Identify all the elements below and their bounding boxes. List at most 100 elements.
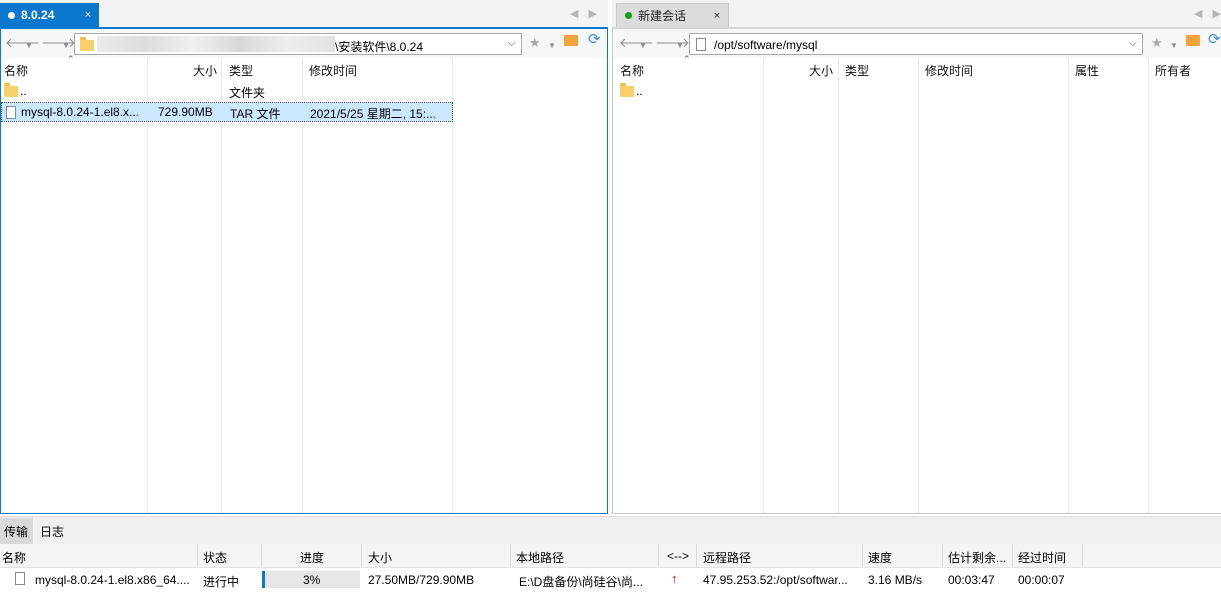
tab-8-0-24[interactable]: 8.0.24 × — [0, 3, 99, 27]
column-name[interactable]: 名称 — [620, 62, 644, 79]
column-divider — [147, 58, 148, 513]
sort-ascending-icon: ⌃ — [683, 54, 691, 64]
session-dot-icon — [8, 11, 15, 19]
local-file-pane: 🡐 ▼ 🡒 ▼ \安装软件\8.0.24 ⌵ ★ ▼ ⟳ 名称 ⌃ 大小 类型 … — [0, 29, 608, 514]
remote-address-bar[interactable]: /opt/software/mysql ⌵ — [689, 33, 1143, 55]
chevron-left-icon[interactable]: ◀ — [570, 8, 588, 20]
column-divider — [918, 58, 919, 513]
transfer-remote-path: 47.95.253.52:/opt/softwar... — [703, 573, 848, 587]
column-speed[interactable]: 速度 — [868, 549, 892, 566]
tab-scroll-arrows[interactable]: ◀▶ — [1194, 7, 1221, 20]
transfer-progress-text: 3% — [303, 573, 321, 587]
star-icon[interactable]: ★ — [529, 36, 541, 49]
local-toolbar: 🡐 ▼ 🡒 ▼ \安装软件\8.0.24 ⌵ ★ ▼ ⟳ — [1, 29, 607, 58]
file-modified: 2021/5/25 星期二, 15:... — [310, 107, 437, 121]
chevron-right-icon[interactable]: ▶ — [588, 8, 606, 20]
remote-toolbar: 🡐 ▼ 🡒 ▼ /opt/software/mysql ⌵ ★ ▼ ⟳ — [613, 29, 1221, 58]
column-name[interactable]: 名称 — [2, 549, 26, 566]
column-divider — [1012, 544, 1013, 567]
transfer-size: 27.50MB/729.90MB — [368, 573, 475, 587]
folder-icon — [620, 83, 634, 97]
column-eta[interactable]: 估计剩余... — [948, 549, 1006, 566]
tab-new-session[interactable]: 新建会话 × — [616, 3, 729, 27]
column-direction[interactable]: <--> — [667, 549, 689, 563]
chevron-down-icon[interactable]: ▼ — [639, 40, 647, 52]
column-remote-path[interactable]: 远程路径 — [703, 549, 751, 566]
column-modified[interactable]: 修改时间 — [925, 62, 973, 79]
column-divider — [658, 544, 659, 567]
chevron-left-icon[interactable]: ◀ — [1194, 8, 1212, 20]
tab-scroll-arrows[interactable]: ◀▶ — [570, 7, 607, 20]
remote-column-header: 名称 ⌃ 大小 类型 修改时间 属性 所有者 — [613, 54, 1221, 80]
transfer-table-header: 名称 状态 进度 大小 本地路径 <--> 远程路径 速度 估计剩余... 经过… — [0, 544, 1221, 568]
column-divider — [763, 58, 764, 513]
tab-transfer[interactable]: 传输 — [0, 518, 33, 544]
folder-icon — [4, 83, 18, 97]
file-name: .. — [20, 84, 27, 98]
star-icon[interactable]: ★ — [1151, 36, 1163, 49]
arrow-right-icon[interactable]: 🡒 — [41, 36, 76, 49]
chevron-down-icon[interactable]: ▼ — [1170, 40, 1178, 52]
chevron-down-icon[interactable]: ⌵ — [508, 37, 516, 50]
column-modified[interactable]: 修改时间 — [309, 62, 357, 79]
column-local-path[interactable]: 本地路径 — [516, 549, 564, 566]
column-divider — [510, 544, 511, 567]
refresh-icon[interactable]: ⟳ — [588, 32, 601, 47]
list-item[interactable]: .. 文件夹 — [1, 81, 453, 101]
column-divider — [838, 58, 839, 513]
tab-title: 新建会话 — [638, 9, 687, 23]
column-type[interactable]: 类型 — [845, 62, 869, 79]
refresh-icon[interactable]: ⟳ — [1208, 32, 1221, 47]
column-divider — [261, 544, 262, 567]
list-item-selected[interactable]: mysql-8.0.24-1.el8.x... 729.90MB TAR 文件 … — [1, 102, 453, 122]
file-name: mysql-8.0.24-1.el8.x... — [21, 105, 140, 119]
list-item[interactable]: .. — [613, 81, 1221, 101]
transfer-panel-tabs: 传输 日志 — [0, 516, 1221, 544]
chevron-down-icon[interactable]: ▼ — [676, 40, 684, 52]
column-divider — [197, 544, 198, 567]
local-address-bar[interactable]: \安装软件\8.0.24 ⌵ — [74, 33, 522, 55]
arrow-left-icon[interactable]: 🡐 — [619, 36, 654, 49]
arrow-right-icon[interactable]: 🡒 — [655, 36, 690, 49]
sort-ascending-icon: ⌃ — [67, 54, 75, 64]
column-divider — [452, 58, 453, 513]
file-size: 729.90MB — [158, 105, 213, 119]
right-tab-strip: 新建会话 × ◀▶ — [612, 0, 1221, 27]
column-attributes[interactable]: 属性 — [1075, 62, 1099, 79]
column-status[interactable]: 状态 — [203, 549, 227, 566]
transfer-name: mysql-8.0.24-1.el8.x86_64.... — [35, 573, 190, 587]
chevron-down-icon[interactable]: ▼ — [548, 40, 556, 52]
transfer-eta: 00:03:47 — [948, 573, 995, 587]
arrow-left-icon[interactable]: 🡐 — [5, 36, 40, 49]
column-divider — [696, 544, 697, 567]
connected-dot-icon — [625, 12, 632, 19]
chevron-down-icon[interactable]: ▼ — [25, 40, 33, 52]
table-row[interactable]: mysql-8.0.24-1.el8.x86_64.... 进行中 3% 27.… — [0, 568, 1221, 590]
column-owner[interactable]: 所有者 — [1155, 62, 1191, 79]
column-divider — [942, 544, 943, 567]
home-folder-icon[interactable] — [564, 35, 578, 48]
column-elapsed[interactable]: 经过时间 — [1018, 549, 1066, 566]
close-icon[interactable]: × — [710, 10, 724, 22]
close-icon[interactable]: × — [81, 9, 95, 21]
column-progress[interactable]: 进度 — [300, 549, 324, 566]
column-type[interactable]: 类型 — [229, 62, 253, 79]
transfer-status: 进行中 — [203, 575, 240, 589]
column-divider — [361, 544, 362, 567]
chevron-down-icon[interactable]: ⌵ — [1129, 37, 1137, 50]
column-size[interactable]: 大小 — [193, 62, 217, 79]
file-icon — [696, 38, 706, 51]
home-folder-icon[interactable] — [1186, 35, 1200, 48]
column-divider — [1068, 58, 1069, 513]
local-address-value: \安装软件\8.0.24 — [335, 40, 424, 54]
blurred-path-segment — [97, 36, 335, 52]
transfer-local-path: E:\D盘备份\尚硅谷\尚... — [519, 575, 644, 589]
chevron-down-icon[interactable]: ▼ — [62, 40, 70, 52]
file-icon — [6, 106, 16, 119]
column-size[interactable]: 大小 — [809, 62, 833, 79]
tab-log[interactable]: 日志 — [36, 518, 68, 544]
chevron-right-icon[interactable]: ▶ — [1212, 8, 1221, 20]
column-name[interactable]: 名称 — [4, 62, 28, 79]
left-tab-strip: 8.0.24 × ◀▶ — [0, 0, 608, 27]
column-size[interactable]: 大小 — [368, 549, 392, 566]
